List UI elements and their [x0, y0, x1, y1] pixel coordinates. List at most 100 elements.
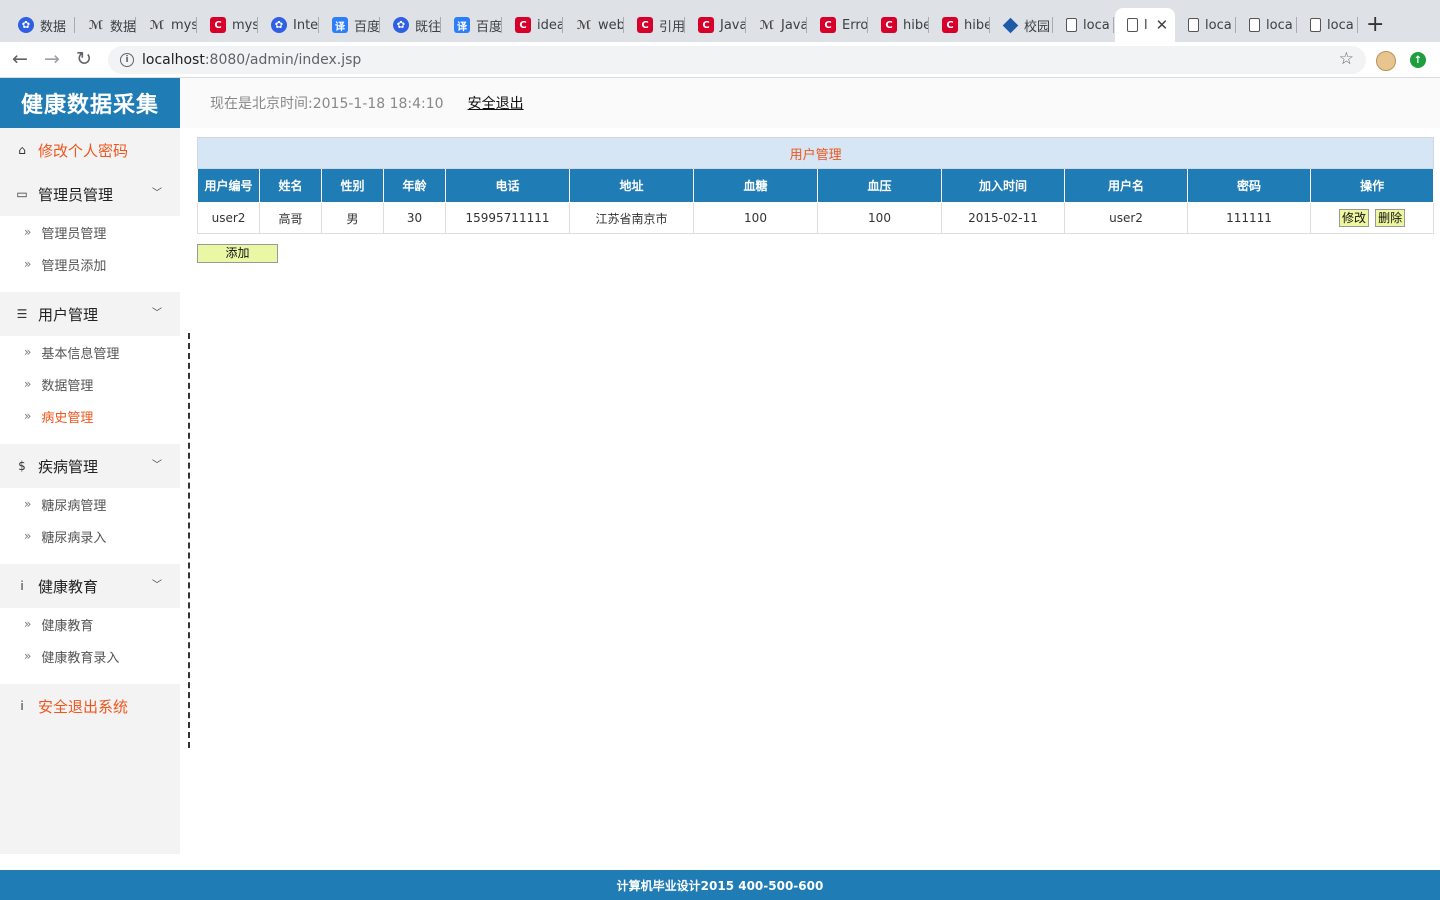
tab-separator: [196, 17, 197, 33]
sidebar-submenu: » 健康教育 » 健康教育录入: [0, 608, 180, 684]
browser-tab[interactable]: ℳmys: [137, 8, 197, 42]
double-chevron-icon: »: [24, 497, 32, 511]
url-input[interactable]: i localhost:8080/admin/index.jsp ☆: [108, 46, 1366, 74]
delete-button[interactable]: 删除: [1375, 209, 1406, 227]
sidebar-section-header[interactable]: ▭ 管理员管理 ﹀: [0, 172, 180, 216]
reload-icon[interactable]: ↻: [76, 48, 92, 70]
profile-avatar[interactable]: [1376, 51, 1396, 71]
update-arrow-icon[interactable]: ↑: [1410, 52, 1426, 68]
browser-tab[interactable]: Cmys: [198, 8, 258, 42]
browser-tab[interactable]: loca: [1237, 8, 1297, 42]
browser-tab-title: 引用: [659, 19, 685, 35]
sidebar-item[interactable]: » 糖尿病录入: [0, 520, 180, 552]
inbox-icon: ▭: [16, 187, 28, 201]
sidebar-item[interactable]: » 管理员添加: [0, 248, 180, 280]
browser-tab-title: Erro: [842, 17, 868, 33]
table-row: user2 高哥男 30 15995711111 江苏省南京市 100 100 2015-02…: [197, 202, 1435, 234]
new-tab-button[interactable]: +: [1366, 12, 1384, 37]
back-arrow-icon[interactable]: ←: [12, 48, 28, 70]
browser-tab[interactable]: 译百度: [442, 8, 502, 42]
close-tab-icon[interactable]: ✕: [1156, 16, 1169, 34]
browser-tab[interactable]: loca: [1054, 8, 1114, 42]
tab-separator: [1296, 17, 1297, 33]
browser-tab-title: hibe: [964, 17, 990, 33]
browser-tab[interactable]: ✿ 既往: [381, 8, 441, 42]
sidebar-section-header[interactable]: $ 疾病管理 ﹀: [0, 444, 180, 488]
browser-tab[interactable]: l ✕: [1115, 8, 1175, 42]
sidebar-item[interactable]: » 糖尿病管理: [0, 488, 180, 520]
browser-tab-title: web: [598, 17, 624, 33]
sidebar-item[interactable]: » 数据管理: [0, 368, 180, 400]
chevron-down-icon[interactable]: ﹀: [152, 184, 162, 199]
sidebar-section-title: 健康教育: [38, 577, 99, 596]
browser-tab-title: 百度: [476, 19, 502, 35]
browser-tab-title: Java: [781, 17, 807, 33]
edit-button[interactable]: 修改: [1339, 209, 1370, 227]
wiki-favicon-icon: ℳ: [576, 18, 592, 32]
wiki-favicon-icon: ℳ: [759, 18, 775, 32]
browser-address-bar: ← → ↻ i localhost:8080/admin/index.jsp ☆…: [0, 42, 1440, 78]
add-button[interactable]: 添加: [197, 244, 278, 263]
sidebar-exit-system[interactable]: i 安全退出系统: [0, 684, 180, 728]
browser-tab[interactable]: 译百度: [320, 8, 380, 42]
browser-tab[interactable]: C Java: [686, 8, 746, 42]
sidebar-section-title: 管理员管理: [38, 185, 114, 204]
column-header: 性别: [321, 168, 384, 203]
bookmark-star-icon[interactable]: ☆: [1339, 49, 1354, 69]
browser-tab-title: mys: [171, 17, 197, 33]
browser-tab-title: l: [1144, 17, 1148, 33]
browser-tab[interactable]: 校园: [991, 8, 1053, 42]
browser-tab-title: idea: [537, 17, 563, 33]
sidebar-section-header[interactable]: i 健康教育 ﹀: [0, 564, 180, 608]
double-chevron-icon: »: [24, 409, 32, 423]
info-icon: i: [20, 579, 24, 593]
sidebar-item[interactable]: » 健康教育: [0, 608, 180, 640]
sidebar-item-label: 健康教育: [41, 618, 94, 634]
browser-tab[interactable]: ℳ 数据: [76, 8, 136, 42]
doc-favicon-icon: [1127, 18, 1138, 32]
tab-separator: [318, 17, 319, 33]
sidebar-item[interactable]: » 管理员管理: [0, 216, 180, 248]
sidebar-submenu: » 糖尿病管理 » 糖尿病录入: [0, 488, 180, 564]
browser-tab[interactable]: ℳweb: [564, 8, 624, 42]
sidebar-change-password[interactable]: ⌂ 修改个人密码: [0, 128, 180, 172]
chevron-down-icon[interactable]: ﹀: [152, 304, 162, 319]
baidu-favicon-icon: ✿: [393, 17, 409, 33]
site-logo: 健康数据采集: [0, 78, 180, 128]
sidebar-item-label: 糖尿病录入: [41, 530, 107, 546]
tab-separator: [1052, 17, 1053, 33]
sidebar-item-label: 糖尿病管理: [41, 498, 107, 514]
top-bar: 现在是北京时间:2015-1-18 18:4:10 安全退出: [180, 78, 1440, 128]
sidebar-item[interactable]: » 基本信息管理: [0, 336, 180, 368]
sidebar-item[interactable]: » 病史管理: [0, 400, 180, 432]
browser-tab[interactable]: ℳ Java: [747, 8, 807, 42]
browser-tab[interactable]: Cidea: [503, 8, 563, 42]
sidebar-item[interactable]: » 健康教育录入: [0, 640, 180, 672]
logout-link[interactable]: 安全退出: [468, 93, 524, 113]
chevron-down-icon[interactable]: ﹀: [152, 456, 162, 471]
forward-arrow-icon[interactable]: →: [44, 48, 60, 70]
browser-tab[interactable]: C Erro: [808, 8, 868, 42]
browser-tab[interactable]: ✿ 数据: [6, 8, 75, 42]
sidebar-spacer: [0, 280, 180, 292]
sidebar-item-label: 病史管理: [41, 410, 94, 426]
column-header: 密码: [1187, 168, 1311, 203]
sidebar-section-title: 用户管理: [38, 305, 99, 324]
sidebar-section-header[interactable]: ☰ 用户管理 ﹀: [0, 292, 180, 336]
tab-separator: [135, 17, 136, 33]
double-chevron-icon: »: [24, 345, 32, 359]
browser-tab[interactable]: loca: [1176, 8, 1236, 42]
info-icon[interactable]: i: [120, 53, 134, 67]
chevron-down-icon[interactable]: ﹀: [152, 576, 162, 591]
table-cell: 111111: [1187, 202, 1311, 234]
browser-tab[interactable]: Chibe: [930, 8, 990, 42]
browser-tab[interactable]: ✿ Inte: [259, 8, 319, 42]
table-cell: 男: [321, 202, 384, 234]
table-cell: 100: [693, 202, 818, 234]
browser-tab[interactable]: Chibe: [869, 8, 929, 42]
sidebar-spacer: [0, 552, 180, 564]
red-favicon-icon: C: [942, 17, 958, 33]
table-cell: 15995711111: [445, 202, 570, 234]
browser-tab[interactable]: loca: [1298, 8, 1358, 42]
browser-tab[interactable]: C 引用: [625, 8, 685, 42]
